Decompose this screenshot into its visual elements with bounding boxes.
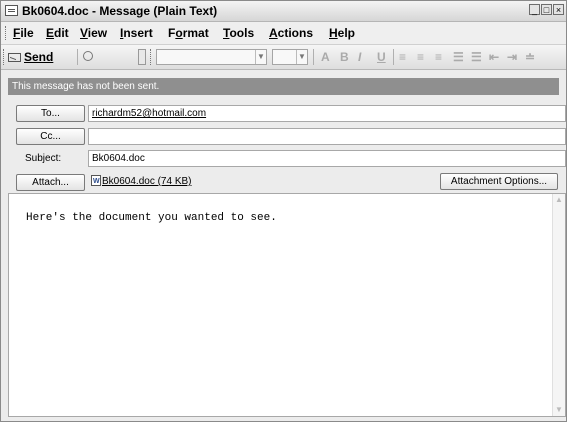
word-document-icon: [91, 174, 101, 189]
envelope-icon: [8, 52, 21, 62]
bold-icon[interactable]: B: [340, 50, 349, 64]
to-button[interactable]: To...: [16, 105, 85, 122]
window-title: Bk0604.doc - Message (Plain Text): [22, 4, 218, 18]
scroll-down-icon[interactable]: ▼: [553, 404, 565, 416]
font-color-icon[interactable]: A: [321, 50, 330, 64]
message-body[interactable]: Here's the document you wanted to see. ▲…: [8, 193, 566, 417]
standard-toolbar: Send ▼ ▼ A B I U ≡ ≡ ≡ ☰ ☰ ⇤ ⇥ ≐: [1, 45, 566, 70]
chevron-down-icon: ▼: [255, 50, 266, 64]
menu-actions[interactable]: Actions: [269, 26, 313, 40]
menu-help[interactable]: Help: [329, 26, 355, 40]
toolbar-separator: [393, 49, 394, 65]
cc-field[interactable]: [88, 128, 566, 145]
menu-edit[interactable]: Edit: [46, 26, 69, 40]
attach-button[interactable]: Attach...: [16, 174, 85, 191]
toolbar-separator: [313, 49, 314, 65]
message-window: Bk0604.doc - Message (Plain Text) _ □ × …: [0, 0, 567, 422]
menu-tools[interactable]: Tools: [223, 26, 254, 40]
numbered-list-icon[interactable]: ☰: [453, 50, 464, 64]
underline-icon[interactable]: U: [377, 50, 386, 64]
chevron-down-icon: ▼: [296, 50, 307, 64]
subject-field[interactable]: Bk0604.doc: [88, 150, 566, 167]
send-label: Send: [24, 50, 54, 64]
toolbar-options-button[interactable]: [138, 49, 146, 65]
scroll-up-icon[interactable]: ▲: [553, 194, 565, 206]
maximize-icon[interactable]: □: [541, 4, 552, 15]
minimize-icon[interactable]: _: [529, 4, 540, 15]
italic-icon[interactable]: I: [358, 50, 361, 64]
align-right-icon[interactable]: ≡: [435, 50, 442, 64]
menu-grip[interactable]: [5, 26, 9, 40]
menu-bar: File Edit View Insert Format Tools Actio…: [1, 22, 566, 45]
menu-view[interactable]: View: [80, 26, 107, 40]
bullet-list-icon[interactable]: ☰: [471, 50, 482, 64]
font-size-select[interactable]: ▼: [272, 49, 308, 65]
attachment-field: Bk0604.doc (74 KB): [88, 174, 436, 191]
recipient-address[interactable]: richardm52@hotmail.com: [92, 108, 206, 119]
toolbar-separator: [77, 49, 78, 65]
cc-button[interactable]: Cc...: [16, 128, 85, 145]
message-body-text: Here's the document you wanted to see.: [26, 212, 277, 224]
align-left-icon[interactable]: ≡: [399, 50, 406, 64]
subject-label: Subject:: [25, 153, 62, 164]
title-bar: Bk0604.doc - Message (Plain Text) _ □ ×: [1, 1, 566, 22]
vertical-scrollbar[interactable]: ▲ ▼: [552, 194, 565, 416]
toolbar-grip[interactable]: [3, 49, 7, 65]
options-icon[interactable]: [83, 51, 93, 61]
send-button[interactable]: Send: [8, 49, 53, 65]
menu-file[interactable]: File: [13, 26, 34, 40]
menu-format[interactable]: Format: [168, 26, 209, 40]
decrease-indent-icon[interactable]: ⇤: [489, 50, 499, 64]
attachment-options-button[interactable]: Attachment Options...: [440, 173, 558, 190]
increase-indent-icon[interactable]: ⇥: [507, 50, 517, 64]
align-center-icon[interactable]: ≡: [417, 50, 424, 64]
window-controls: _ □ ×: [529, 4, 564, 15]
close-icon[interactable]: ×: [553, 4, 564, 15]
message-icon: [5, 5, 18, 16]
menu-insert[interactable]: Insert: [120, 26, 153, 40]
line-spacing-icon[interactable]: ≐: [525, 50, 535, 64]
info-bar: This message has not been sent.: [8, 78, 559, 95]
to-field[interactable]: richardm52@hotmail.com: [88, 105, 566, 122]
formatting-grip[interactable]: [150, 49, 154, 65]
attachment-link[interactable]: Bk0604.doc (74 KB): [102, 176, 192, 187]
font-name-select[interactable]: ▼: [156, 49, 267, 65]
